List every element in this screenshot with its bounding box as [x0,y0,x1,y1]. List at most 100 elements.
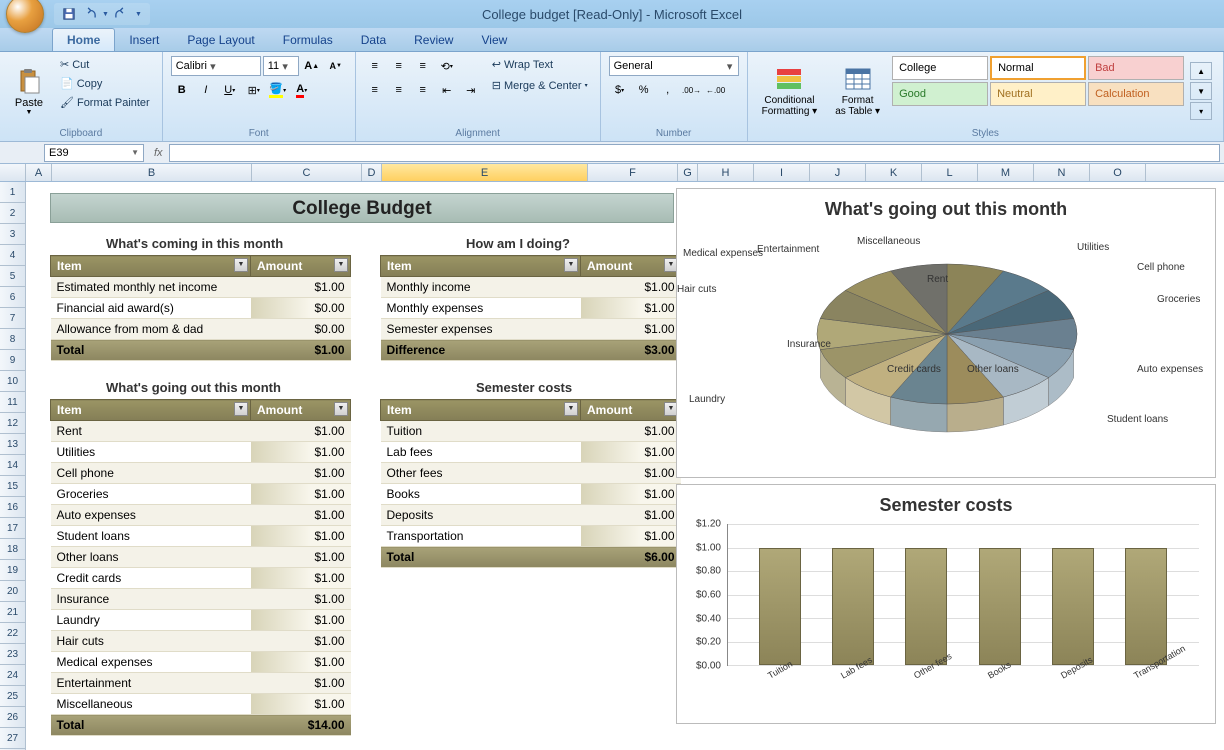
styles-scroll-down[interactable]: ▼ [1190,82,1212,100]
align-left-button[interactable]: ≡ [364,80,386,100]
row-header-11[interactable]: 11 [0,392,25,413]
filter-icon[interactable]: ▼ [564,258,578,272]
col-header-C[interactable]: C [252,164,362,181]
row-header-16[interactable]: 16 [0,497,25,518]
filter-icon[interactable]: ▼ [334,258,348,272]
row-header-27[interactable]: 27 [0,728,25,749]
table-row[interactable]: Utilities$1.00 [51,442,351,463]
row-header-7[interactable]: 7 [0,308,25,329]
row-header-17[interactable]: 17 [0,518,25,539]
table-row[interactable]: Groceries$1.00 [51,484,351,505]
col-header-M[interactable]: M [978,164,1034,181]
row-header-12[interactable]: 12 [0,413,25,434]
table-row[interactable]: Estimated monthly net income$1.00 [51,277,351,298]
align-top-button[interactable]: ≡ [364,56,386,76]
table-header[interactable]: Amount▼ [581,256,681,277]
filter-icon[interactable]: ▼ [234,258,248,272]
table-row[interactable]: Tuition$1.00 [381,421,681,442]
table-row[interactable]: Entertainment$1.00 [51,673,351,694]
tab-insert[interactable]: Insert [115,29,173,51]
row-header-21[interactable]: 21 [0,602,25,623]
table-row[interactable]: Monthly income$1.00 [381,277,681,298]
conditional-formatting-button[interactable]: ConditionalFormatting ▾ [756,56,824,126]
decrease-indent-button[interactable]: ⇤ [436,80,458,100]
col-header-F[interactable]: F [588,164,678,181]
table-header[interactable]: Item▼ [381,400,581,421]
table-row[interactable]: Other fees$1.00 [381,463,681,484]
tab-home[interactable]: Home [52,28,115,51]
fill-color-button[interactable]: 🪣▾ [267,80,289,100]
table-row[interactable]: Semester expenses$1.00 [381,319,681,340]
table-header[interactable]: Item▼ [381,256,581,277]
row-header-24[interactable]: 24 [0,665,25,686]
style-cell-college[interactable]: College [892,56,988,80]
tab-page-layout[interactable]: Page Layout [173,29,268,51]
table-row[interactable]: Books$1.00 [381,484,681,505]
align-right-button[interactable]: ≡ [412,80,434,100]
qat-customize-icon[interactable]: ▼ [135,11,142,18]
col-header-I[interactable]: I [754,164,810,181]
table-header[interactable]: Item▼ [51,256,251,277]
col-header-B[interactable]: B [52,164,252,181]
cut-button[interactable]: ✂Cut [56,56,154,73]
row-header-9[interactable]: 9 [0,350,25,371]
table-row[interactable]: Deposits$1.00 [381,505,681,526]
row-header-13[interactable]: 13 [0,434,25,455]
table-header[interactable]: Amount▼ [251,256,351,277]
tab-review[interactable]: Review [400,29,467,51]
orientation-button[interactable]: ⟲▾ [436,56,458,76]
styles-more[interactable]: ▾ [1190,102,1212,120]
align-middle-button[interactable]: ≡ [388,56,410,76]
fx-icon[interactable]: fx [154,147,163,159]
table-row[interactable]: Transportation$1.00 [381,526,681,547]
formula-input[interactable] [169,144,1220,162]
filter-icon[interactable]: ▼ [334,402,348,416]
row-header-20[interactable]: 20 [0,581,25,602]
table-row[interactable]: Other loans$1.00 [51,547,351,568]
row-header-8[interactable]: 8 [0,329,25,350]
cell-styles-gallery[interactable]: CollegeNormalBadGoodNeutralCalculation [892,56,1184,126]
paste-button[interactable]: Paste ▼ [8,56,50,126]
select-all-corner[interactable] [0,164,26,181]
grow-font-button[interactable]: A▲ [301,56,323,76]
col-header-J[interactable]: J [810,164,866,181]
table-header[interactable]: Amount▼ [251,400,351,421]
table-row[interactable]: Student loans$1.00 [51,526,351,547]
table-row[interactable]: Auto expenses$1.00 [51,505,351,526]
underline-button[interactable]: U▾ [219,80,241,100]
table-row[interactable]: Credit cards$1.00 [51,568,351,589]
row-header-22[interactable]: 22 [0,623,25,644]
doing-table[interactable]: Item▼Amount▼Monthly income$1.00Monthly e… [380,255,681,361]
row-header-25[interactable]: 25 [0,686,25,707]
merge-center-button[interactable]: ⊟Merge & Center▾ [488,77,592,94]
style-cell-neutral[interactable]: Neutral [990,82,1086,106]
align-center-button[interactable]: ≡ [388,80,410,100]
name-box[interactable]: E39▼ [44,144,144,162]
row-header-1[interactable]: 1 [0,182,25,203]
copy-button[interactable]: 📄Copy [56,75,154,92]
col-header-O[interactable]: O [1090,164,1146,181]
style-cell-bad[interactable]: Bad [1088,56,1184,80]
font-size-combo[interactable]: 11▾ [263,56,299,76]
out-table[interactable]: Item▼Amount▼Rent$1.00Utilities$1.00Cell … [50,399,351,736]
table-row[interactable]: Hair cuts$1.00 [51,631,351,652]
col-header-G[interactable]: G [678,164,698,181]
redo-icon[interactable] [115,7,129,21]
table-row[interactable]: Lab fees$1.00 [381,442,681,463]
table-header[interactable]: Item▼ [51,400,251,421]
bar-chart[interactable]: Semester costs $0.00$0.20$0.40$0.60$0.80… [676,484,1216,724]
sheet-content[interactable]: College Budget What's coming in this mon… [26,182,1224,750]
col-header-E[interactable]: E [382,164,588,181]
border-button[interactable]: ⊞▾ [243,80,265,100]
row-header-2[interactable]: 2 [0,203,25,224]
percent-button[interactable]: % [633,80,655,100]
undo-icon[interactable] [82,7,96,21]
increase-decimal-button[interactable]: .00→ [681,80,703,100]
row-header-10[interactable]: 10 [0,371,25,392]
table-row[interactable]: Allowance from mom & dad$0.00 [51,319,351,340]
col-header-H[interactable]: H [698,164,754,181]
style-cell-calculation[interactable]: Calculation [1088,82,1184,106]
col-header-K[interactable]: K [866,164,922,181]
currency-button[interactable]: $▾ [609,80,631,100]
table-row[interactable]: Cell phone$1.00 [51,463,351,484]
